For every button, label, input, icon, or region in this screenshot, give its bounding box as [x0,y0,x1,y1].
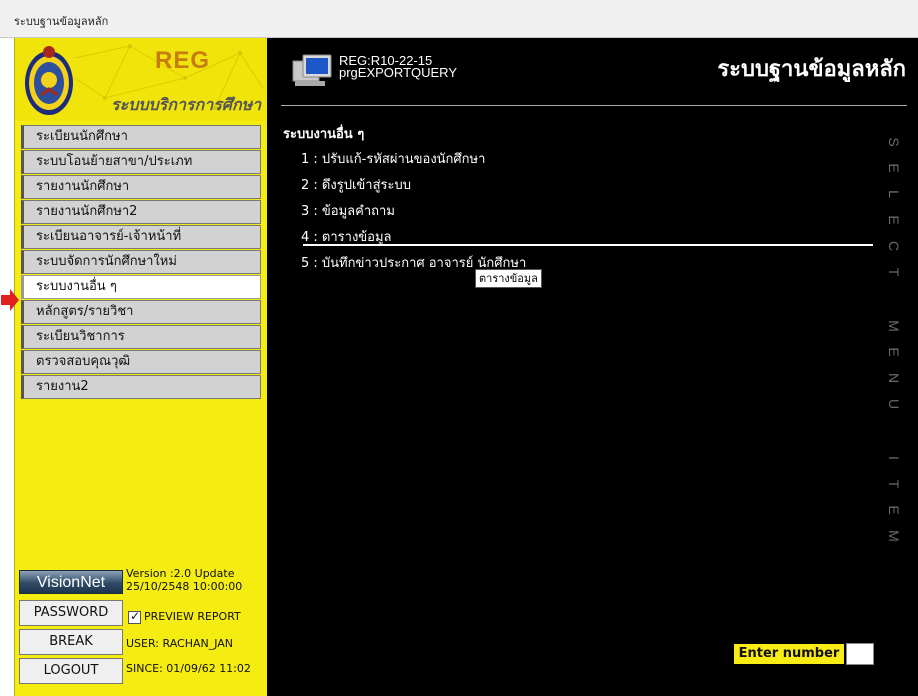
brand-logo-area: REG ระบบบริการการศึกษา [15,38,268,121]
user-info: USER: RACHAN_JAN [126,637,234,650]
vertical-label-letter: M [886,320,902,332]
vertical-label-letter: M [886,530,902,542]
enter-number-label: Enter number [734,644,844,664]
enter-number-input[interactable] [846,643,874,665]
menu-item-curriculum[interactable]: หลักสูตร/รายวิชา [21,300,261,324]
left-panel: REG ระบบบริการการศึกษา ระเบียนนักศึกษา ร… [1,38,268,696]
form-name: prgEXPORTQUERY [339,65,458,80]
break-button[interactable]: BREAK [19,629,123,655]
menu-item-student-records[interactable]: ระเบียนนักศึกษา [21,125,261,149]
vertical-label-letter: S [886,137,902,147]
computer-monitor-icon [292,54,332,86]
main-panel: REG:R10-22-15 prgEXPORTQUERY ระบบฐานข้อม… [267,38,918,696]
version-line: Version :2.0 Update [126,567,235,580]
brand-title: REG [155,47,211,74]
select-menu-item-label: S E L E C T M E N U I T E M [884,134,904,634]
version-info: Version :2.0 Update 25/10/2548 10:00:00 [126,567,242,593]
vertical-label-letter: N [886,372,902,384]
logout-button[interactable]: LOGOUT [19,658,123,684]
option-list: 1 : ปรับแก้-รหัสผ่านของนักศึกษา 2 : ดึงร… [301,148,526,278]
visionnet-logo: VisionNet [19,570,123,594]
preview-report-checkbox[interactable] [128,609,141,624]
menu-item-academic-records[interactable]: ระเบียนวิชาการ [21,325,261,349]
menu-item-new-students[interactable]: ระบบจัดการนักศึกษาใหม่ [21,250,261,274]
arrow-right-icon [1,289,19,311]
option-item-import-photos[interactable]: 2 : ดึงรูปเข้าสู่ระบบ [301,174,526,200]
window-title: ระบบฐานข้อมูลหลัก [14,15,109,28]
vertical-label-letter: T [886,479,902,489]
menu-item-staff-records[interactable]: ระเบียนอาจารย์-เจ้าหน้าที่ [21,225,261,249]
password-button[interactable]: PASSWORD [19,600,123,626]
session-since: SINCE: 01/09/62 11:02 [126,662,251,675]
main-menu: ระเบียนนักศึกษา ระบบโอนย้ายสาขา/ประเภท ร… [21,125,261,400]
vertical-label-letter: E [886,215,902,225]
university-seal-icon [25,46,73,115]
menu-item-student-reports-2[interactable]: รายงานนักศึกษา2 [21,200,261,224]
preview-report-label: PREVIEW REPORT [144,610,241,623]
menu-item-other-systems[interactable]: ระบบงานอื่น ๆ [21,275,261,299]
option-item-data-table[interactable]: 4 : ตารางข้อมูล [301,226,526,252]
menu-item-qualification-check[interactable]: ตรวจสอบคุณวุฒิ [21,350,261,374]
selected-option-underline [303,244,873,246]
vertical-label-letter: L [886,190,902,198]
vertical-label-letter: E [886,347,902,357]
vertical-label-letter: T [886,267,902,277]
vertical-label-letter: I [886,456,902,460]
option-item-question-data[interactable]: 3 : ข้อมูลคำถาม [301,200,526,226]
window-titlebar: ระบบฐานข้อมูลหลัก [0,0,918,38]
vertical-label-letter: E [886,505,902,515]
section-title: ระบบงานอื่น ๆ [283,127,365,142]
menu-item-transfer-system[interactable]: ระบบโอนย้ายสาขา/ประเภท [21,150,261,174]
vertical-label-letter: E [886,163,902,173]
menu-item-reports-2[interactable]: รายงาน2 [21,375,261,399]
title-divider [281,105,907,106]
vertical-label-letter: C [886,240,902,252]
page-title: ระบบฐานข้อมูลหลัก [717,57,906,82]
option-item-change-password[interactable]: 1 : ปรับแก้-รหัสผ่านของนักศึกษา [301,148,526,174]
vertical-label-letter: U [886,398,902,410]
brand-subtitle: ระบบบริการการศึกษา [111,95,262,114]
version-date: 25/10/2548 10:00:00 [126,580,243,593]
option-tooltip: ตารางข้อมูล [475,269,542,288]
app-window: REG ระบบบริการการศึกษา ระเบียนนักศึกษา ร… [1,38,918,696]
menu-item-student-reports[interactable]: รายงานนักศึกษา [21,175,261,199]
